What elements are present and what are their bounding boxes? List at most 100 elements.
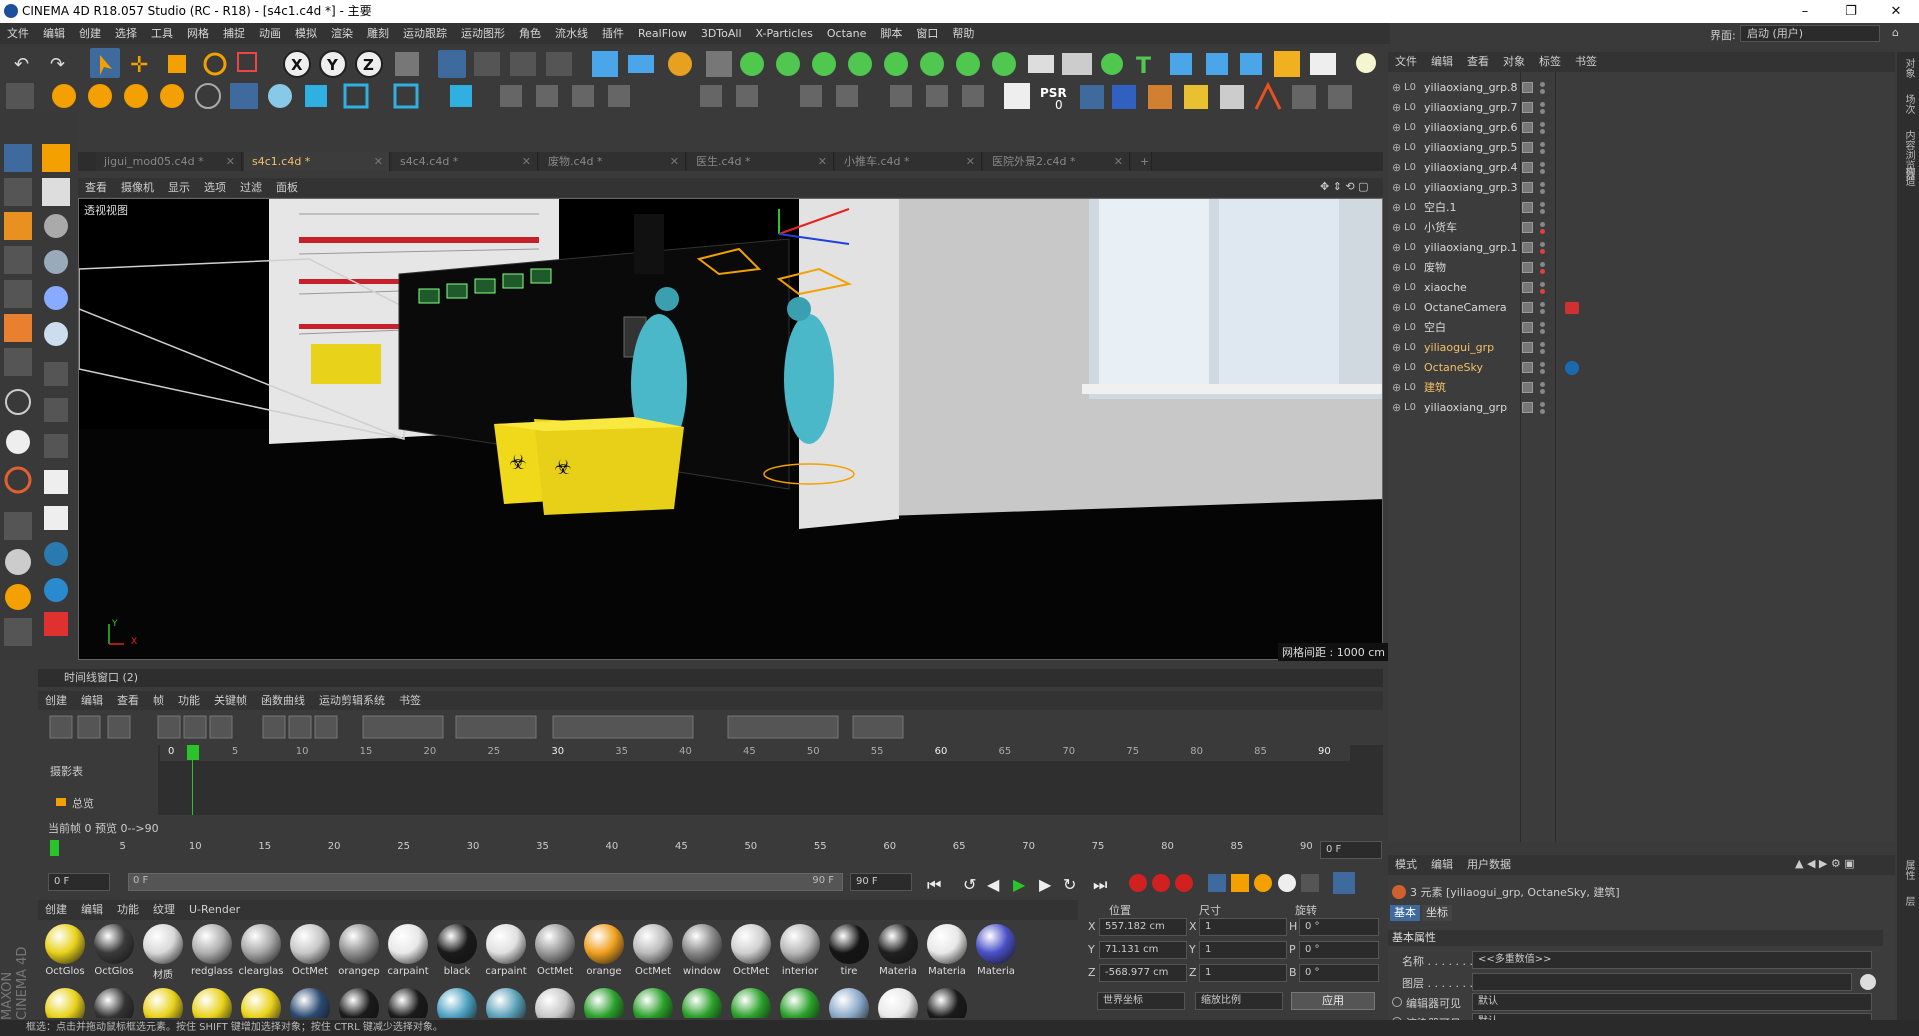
close-tab-icon[interactable]: ✕ bbox=[1114, 152, 1123, 171]
material-swatch[interactable]: redglass bbox=[189, 922, 235, 982]
sky-tag-icon[interactable] bbox=[1565, 361, 1579, 375]
visibility-checkbox[interactable] bbox=[1522, 262, 1533, 273]
close-tab-icon[interactable]: ✕ bbox=[374, 152, 383, 171]
close-tab-icon[interactable]: ✕ bbox=[226, 152, 235, 171]
material-swatch[interactable]: tire bbox=[826, 922, 872, 982]
menu-item[interactable]: 3DToAll bbox=[694, 23, 749, 44]
menu-item[interactable]: 脚本 bbox=[873, 23, 909, 44]
ruler-playhead[interactable] bbox=[50, 840, 59, 856]
material-menu-item[interactable]: 创建 bbox=[38, 900, 74, 920]
am-nav-icons[interactable]: ▲ ◀ ▶ ⚙ ▣ bbox=[1795, 857, 1855, 870]
material-swatch[interactable]: carpaint bbox=[385, 922, 431, 982]
apply-button[interactable]: 应用 bbox=[1291, 992, 1375, 1010]
viewport-menu-item[interactable]: 查看 bbox=[78, 178, 114, 197]
material-swatch[interactable] bbox=[238, 986, 284, 1018]
render-visibility-dot[interactable] bbox=[1540, 249, 1545, 254]
layer-pick-icon[interactable] bbox=[1860, 974, 1876, 990]
document-tab[interactable]: s4c1.c4d * ✕ bbox=[244, 152, 390, 171]
material-swatch[interactable] bbox=[630, 986, 676, 1018]
material-swatch[interactable]: OctMet bbox=[532, 922, 578, 982]
om-menu-item[interactable]: 书签 bbox=[1568, 52, 1604, 72]
expand-icon[interactable]: ⊕ bbox=[1392, 298, 1401, 318]
transport-controls[interactable]: ⏮ ↺ ◀ ▶ ▶ ↻ ⏭ bbox=[923, 870, 1383, 896]
visibility-checkbox[interactable] bbox=[1522, 82, 1533, 93]
material-swatch[interactable] bbox=[728, 986, 774, 1018]
expand-icon[interactable]: ⊕ bbox=[1392, 218, 1401, 238]
render-visibility-dot[interactable] bbox=[1540, 309, 1545, 314]
object-row[interactable]: ⊕ L0 yiliaoxiang_grp.1 bbox=[1390, 238, 1850, 258]
editor-visible-radio[interactable] bbox=[1392, 997, 1402, 1007]
visibility-checkbox[interactable] bbox=[1522, 362, 1533, 373]
visibility-checkbox[interactable] bbox=[1522, 282, 1533, 293]
render-visibility-dot[interactable] bbox=[1540, 409, 1545, 414]
material-swatch[interactable] bbox=[91, 986, 137, 1018]
visibility-checkbox[interactable] bbox=[1522, 222, 1533, 233]
menu-item[interactable]: 捕捉 bbox=[216, 23, 252, 44]
menu-item[interactable]: 帮助 bbox=[945, 23, 981, 44]
render-visibility-dot[interactable] bbox=[1540, 229, 1545, 234]
material-swatch[interactable] bbox=[532, 986, 578, 1018]
om-menu-item[interactable]: 编辑 bbox=[1424, 52, 1460, 72]
layout-lock-icon[interactable]: ⌂ bbox=[1892, 26, 1899, 39]
menu-item[interactable]: 渲染 bbox=[324, 23, 360, 44]
current-frame-field[interactable]: 0 F bbox=[1320, 841, 1382, 859]
editor-visible-select[interactable]: 默认 bbox=[1472, 993, 1872, 1011]
timeline-ruler[interactable]: 0 5 10 15 20 25 30 35 40 45 50 55 60 65 70 75 80 85 90 bbox=[160, 745, 1350, 761]
new-tab-button[interactable]: + bbox=[1132, 152, 1152, 171]
position-field[interactable]: 557.182 cm bbox=[1099, 918, 1187, 936]
material-menu-item[interactable]: 纹理 bbox=[146, 900, 182, 920]
editor-visibility-dot[interactable] bbox=[1540, 202, 1545, 207]
maximize-button[interactable]: ❐ bbox=[1828, 0, 1874, 23]
render-visibility-dot[interactable] bbox=[1540, 329, 1545, 334]
menu-item[interactable]: 网格 bbox=[180, 23, 216, 44]
name-field[interactable]: <<多重数值>> bbox=[1472, 951, 1872, 969]
material-swatch[interactable] bbox=[385, 986, 431, 1018]
timeline-playhead[interactable] bbox=[187, 745, 199, 760]
object-row[interactable]: ⊕ L0 小货车 bbox=[1390, 218, 1850, 238]
editor-visibility-dot[interactable] bbox=[1540, 302, 1545, 307]
render-visibility-dot[interactable] bbox=[1540, 289, 1545, 294]
expand-icon[interactable]: ⊕ bbox=[1392, 258, 1401, 278]
document-tab[interactable]: 废物.c4d * ✕ bbox=[540, 152, 686, 171]
om-menu-item[interactable]: 查看 bbox=[1460, 52, 1496, 72]
layer-field[interactable] bbox=[1472, 973, 1852, 991]
vertical-tab[interactable]: 场次 bbox=[1900, 94, 1916, 114]
material-swatch[interactable] bbox=[434, 986, 480, 1018]
editor-visibility-dot[interactable] bbox=[1540, 142, 1545, 147]
material-swatch[interactable] bbox=[336, 986, 382, 1018]
menu-item[interactable]: 插件 bbox=[595, 23, 631, 44]
object-row[interactable]: ⊕ L0 yiliaogui_grp bbox=[1390, 338, 1850, 358]
material-swatch[interactable]: orange bbox=[581, 922, 627, 982]
object-row[interactable]: ⊕ L0 空白 bbox=[1390, 318, 1850, 338]
size-field[interactable]: 1 bbox=[1199, 964, 1287, 982]
visibility-checkbox[interactable] bbox=[1522, 302, 1533, 313]
expand-icon[interactable]: ⊕ bbox=[1392, 238, 1401, 258]
om-menu-item[interactable]: 标签 bbox=[1532, 52, 1568, 72]
menu-item[interactable]: 角色 bbox=[512, 23, 548, 44]
editor-visibility-dot[interactable] bbox=[1540, 362, 1545, 367]
render-visibility-dot[interactable] bbox=[1540, 169, 1545, 174]
tab-basic[interactable]: 基本 bbox=[1390, 905, 1420, 921]
vertical-tab-bottom[interactable]: 属性 bbox=[1900, 860, 1916, 880]
editor-visibility-dot[interactable] bbox=[1540, 402, 1545, 407]
expand-icon[interactable]: ⊕ bbox=[1392, 358, 1401, 378]
frame-range-slider[interactable]: 0 F 90 F bbox=[128, 873, 843, 891]
object-row[interactable]: ⊕ L0 yiliaoxiang_grp.4 bbox=[1390, 158, 1850, 178]
material-swatch[interactable]: OctGlos bbox=[91, 922, 137, 982]
editor-visibility-dot[interactable] bbox=[1540, 342, 1545, 347]
viewport-menu-item[interactable]: 过滤 bbox=[233, 178, 269, 197]
document-tab[interactable]: 小推车.c4d * ✕ bbox=[836, 152, 982, 171]
material-swatch[interactable]: clearglas bbox=[238, 922, 284, 982]
material-swatch[interactable]: Materia bbox=[875, 922, 921, 982]
object-row[interactable]: ⊕ L0 yiliaoxiang_grp.8 bbox=[1390, 78, 1850, 98]
layout-select[interactable]: 启动 (用户) bbox=[1740, 25, 1880, 42]
position-field[interactable]: 71.131 cm bbox=[1099, 941, 1187, 959]
tab-coords[interactable]: 坐标 bbox=[1422, 905, 1452, 921]
scale-mode-select[interactable]: 缩放比例 bbox=[1195, 992, 1283, 1010]
visibility-checkbox[interactable] bbox=[1522, 142, 1533, 153]
object-row[interactable]: ⊕ L0 xiaoche bbox=[1390, 278, 1850, 298]
menu-item[interactable]: 文件 bbox=[0, 23, 36, 44]
om-menu-item[interactable]: 文件 bbox=[1388, 52, 1424, 72]
menu-item[interactable]: 雕刻 bbox=[360, 23, 396, 44]
material-swatch[interactable]: OctMet bbox=[630, 922, 676, 982]
